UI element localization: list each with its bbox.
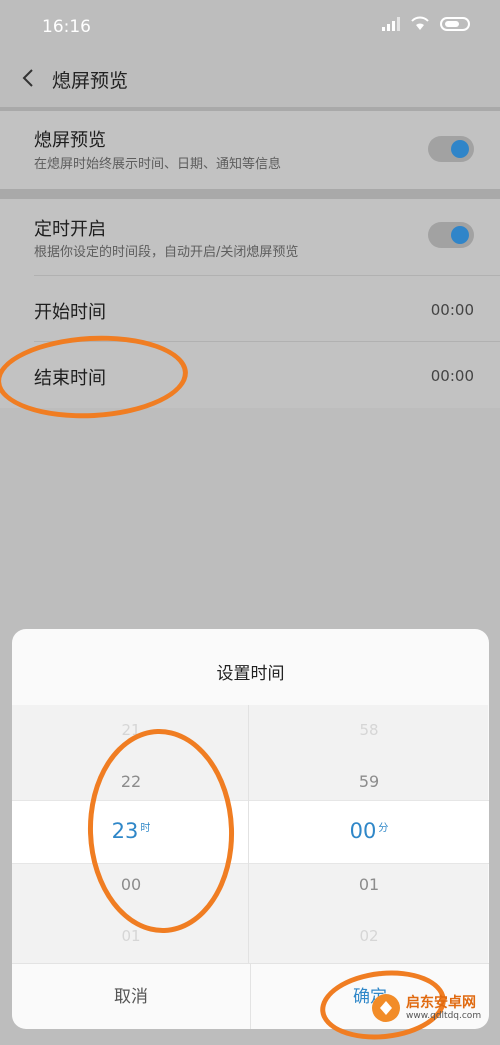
page-title: 熄屏预览 xyxy=(52,70,129,92)
watermark-text: 启东安卓网 www.qdltdq.com xyxy=(406,995,481,1021)
title-bar: 熄屏预览 xyxy=(0,55,500,107)
preview-desc: 在熄屏时始终展示时间、日期、通知等信息 xyxy=(34,157,282,172)
watermark-title: 启东安卓网 xyxy=(406,995,476,1011)
schedule-toggle[interactable] xyxy=(428,222,474,248)
minute-option[interactable]: 58 xyxy=(250,721,488,739)
hour-option[interactable]: 01 xyxy=(12,927,250,945)
wifi-icon xyxy=(411,16,429,30)
status-time: 16:16 xyxy=(42,17,91,37)
selection-band: 23 时 00 分 xyxy=(12,800,489,864)
back-chevron-icon[interactable] xyxy=(18,67,40,89)
start-time-row[interactable]: 开始时间 00:00 xyxy=(0,276,500,342)
watermark-url: www.qdltdq.com xyxy=(406,1011,482,1021)
minute-option[interactable]: 59 xyxy=(250,772,488,791)
preview-toggle[interactable] xyxy=(428,136,474,162)
cancel-button[interactable]: 取消 xyxy=(12,964,250,1029)
setting-schedule[interactable]: 定时开启 根据你设定的时间段，自动开启/关闭熄屏预览 xyxy=(0,199,500,276)
selected-minute-value: 00 xyxy=(349,819,377,843)
watermark: 启东安卓网 www.qdltdq.com xyxy=(372,994,481,1022)
status-icons xyxy=(382,16,470,31)
signal-icon xyxy=(382,16,400,31)
minute-unit: 分 xyxy=(378,823,389,834)
watermark-logo-icon xyxy=(372,994,400,1022)
setting-preview[interactable]: 熄屏预览 在熄屏时始终展示时间、日期、通知等信息 xyxy=(0,111,500,189)
status-bar: 16:16 xyxy=(0,0,500,55)
toggle-knob xyxy=(451,140,469,158)
minute-option[interactable]: 02 xyxy=(250,927,488,945)
minute-option[interactable]: 01 xyxy=(250,875,488,894)
schedule-title: 定时开启 xyxy=(34,219,106,240)
column-divider xyxy=(248,705,249,963)
battery-icon xyxy=(440,16,470,31)
schedule-desc: 根据你设定的时间段，自动开启/关闭熄屏预览 xyxy=(34,245,299,260)
selected-minute[interactable]: 00 分 xyxy=(250,819,488,843)
dialog-title: 设置时间 xyxy=(216,664,285,684)
start-time-label: 开始时间 xyxy=(34,302,106,323)
start-time-value: 00:00 xyxy=(430,301,474,319)
end-time-value: 00:00 xyxy=(430,367,474,385)
time-picker-dialog: 设置时间 21 22 00 01 58 59 01 02 23 时 00 分 取消 … xyxy=(12,629,489,1029)
preview-title: 熄屏预览 xyxy=(34,130,106,151)
section-divider xyxy=(0,189,500,199)
toggle-knob xyxy=(451,226,469,244)
